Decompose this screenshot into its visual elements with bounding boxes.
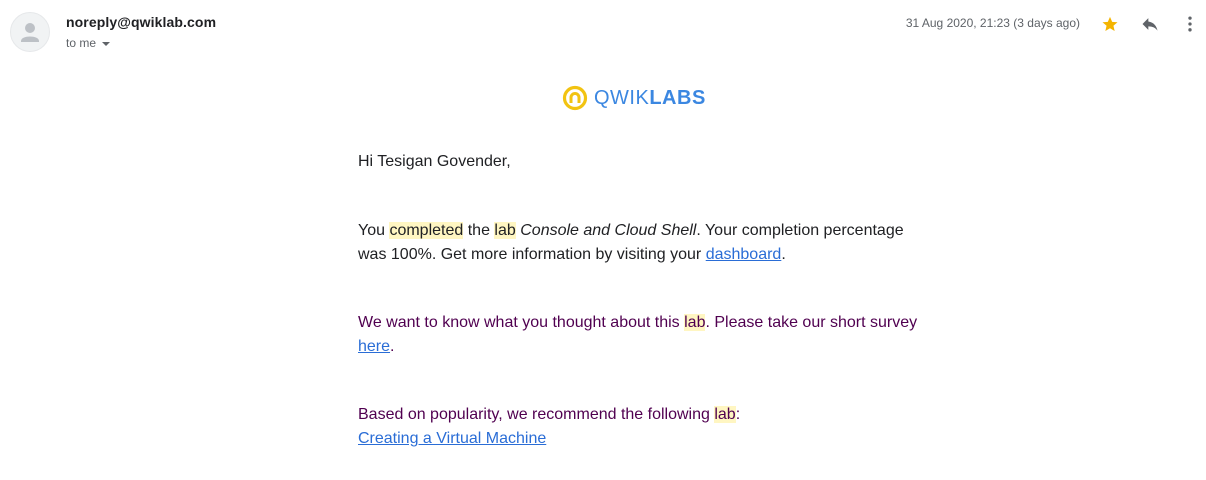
logo-text-qwik: QWIK (594, 87, 650, 109)
highlighted-term: completed (389, 222, 464, 239)
text: : (735, 406, 741, 423)
text: You (358, 222, 390, 239)
sender-email: noreply@qwiklab.com (66, 14, 217, 30)
greeting: Hi Tesigan Govender, (358, 153, 511, 170)
qwiklabs-wordmark: QWIKLABS (594, 84, 706, 112)
text: Based on popularity, we recommend the fo… (358, 406, 715, 423)
star-icon (1102, 16, 1118, 32)
message-date: 31 Aug 2020, 21:23 (3 days ago) (905, 16, 1080, 30)
survey-paragraph: We want to know what you thought about t… (358, 311, 918, 359)
more-vert-icon (1188, 16, 1192, 32)
default-avatar-icon (21, 23, 39, 42)
recommended-lab-link[interactable]: Creating a Virtual Machine (358, 430, 546, 447)
highlighted-term: lab (714, 406, 736, 423)
chevron-down-icon (102, 41, 111, 46)
dashboard-link[interactable]: dashboard (706, 246, 782, 263)
survey-link[interactable]: here (358, 338, 390, 355)
more-options-button[interactable] (1178, 12, 1202, 36)
recipient-label: to me (66, 36, 97, 50)
qwiklabs-logo-icon (562, 85, 588, 111)
qwiklabs-logo: QWIKLABS (562, 84, 706, 112)
text: . (781, 246, 786, 263)
text: We want to know what you thought about t… (358, 314, 685, 331)
highlighted-term: lab (494, 222, 516, 239)
text: . Please take our short survey (705, 314, 918, 331)
text: the (463, 222, 495, 239)
recipient-details-toggle[interactable]: to me (66, 36, 111, 50)
reply-icon (1142, 18, 1158, 31)
lab-title: Console and Cloud Shell (520, 222, 697, 239)
recommendation-paragraph: Based on popularity, we recommend the fo… (358, 403, 918, 451)
logo-text-labs: LABS (649, 87, 706, 109)
star-button[interactable] (1098, 12, 1122, 36)
text: . (390, 338, 395, 355)
reply-button[interactable] (1138, 12, 1162, 36)
completion-paragraph: You completed the lab Console and Cloud … (358, 219, 918, 267)
sender-avatar[interactable] (10, 12, 50, 52)
highlighted-term: lab (684, 314, 706, 331)
